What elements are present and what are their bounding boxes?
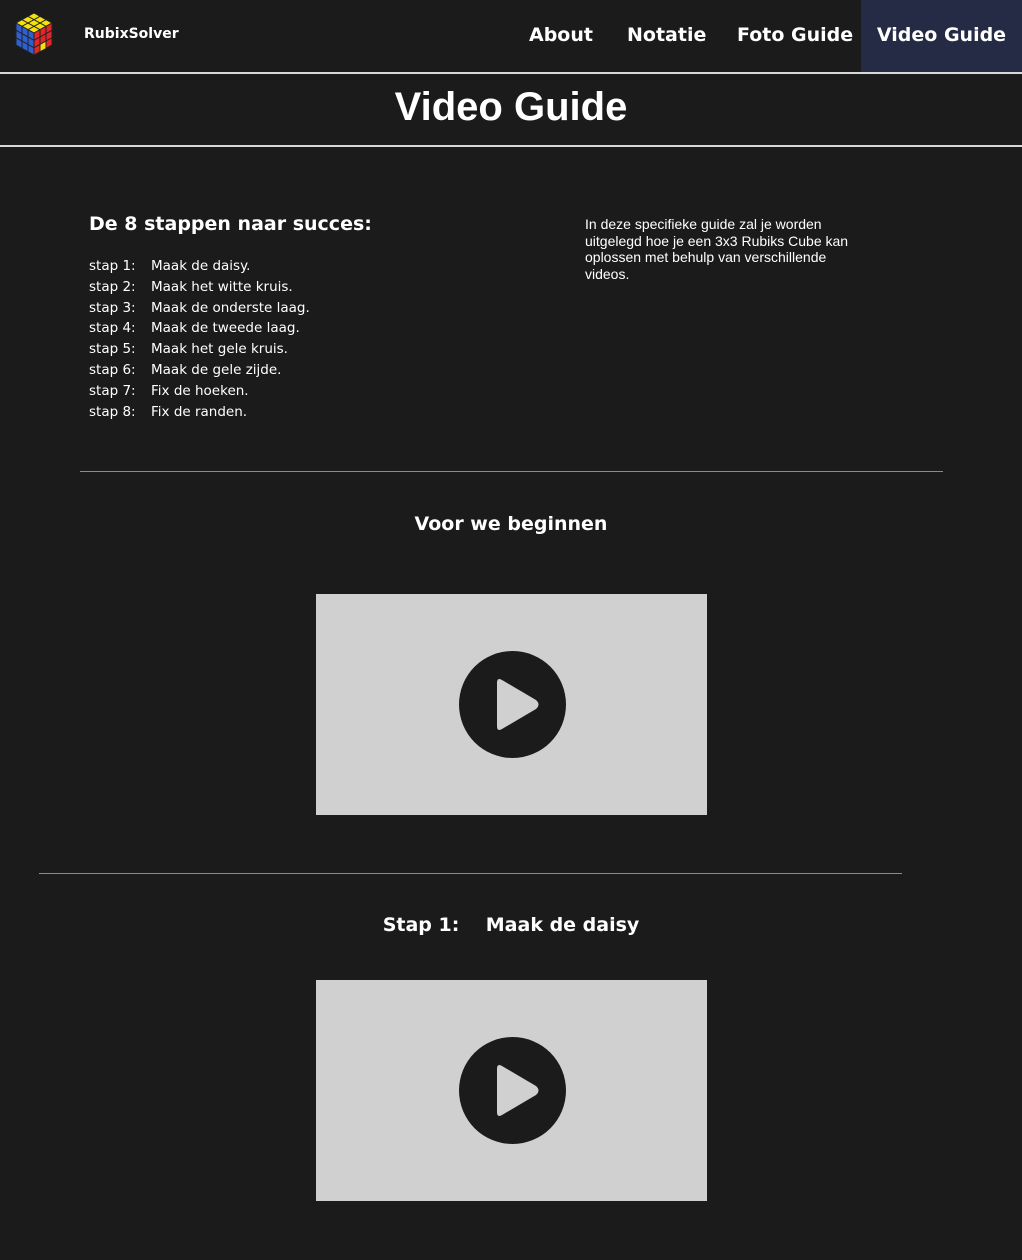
step-item: stap 7: Fix de hoeken. bbox=[89, 381, 310, 402]
step-text: Maak de tweede laag. bbox=[151, 320, 300, 337]
section-heading-stap-1: Stap 1: Maak de daisy bbox=[382, 914, 640, 936]
step-item: stap 4: Maak de tweede laag. bbox=[89, 318, 310, 339]
step-text: Maak de onderste laag. bbox=[151, 299, 310, 316]
divider bbox=[39, 873, 902, 874]
step-text: Maak het gele kruis. bbox=[151, 341, 288, 358]
step-number: stap 1: bbox=[89, 258, 136, 274]
navbar: RubixSolver About Notatie Foto Guide Vid… bbox=[0, 0, 1022, 74]
step-item: stap 3: Maak de onderste laag. bbox=[89, 298, 310, 319]
step-text: Fix de hoeken. bbox=[151, 382, 249, 399]
step-number: stap 3: bbox=[89, 299, 136, 316]
nav-video-guide-active[interactable]: Video Guide bbox=[861, 0, 1022, 72]
step-number: stap 2: bbox=[89, 278, 136, 295]
step-text: Maak de daisy. bbox=[151, 258, 251, 274]
play-icon[interactable] bbox=[459, 651, 566, 758]
step-number: stap 4: bbox=[89, 320, 136, 337]
steps-list: stap 1: Maak de daisy. stap 2: Maak het wi… bbox=[89, 256, 310, 422]
step-item: stap 1: Maak de daisy. bbox=[89, 256, 310, 277]
step-item: stap 5: Maak het gele kruis. bbox=[89, 339, 310, 360]
play-icon[interactable] bbox=[459, 1037, 566, 1144]
step-item: stap 8: Fix de randen. bbox=[89, 402, 310, 423]
step-number: stap 7: bbox=[89, 382, 136, 399]
step-item: stap 6: Maak de gele zijde. bbox=[89, 360, 310, 381]
nav-about[interactable]: About bbox=[529, 0, 593, 72]
step-number: stap 5: bbox=[89, 341, 136, 358]
rubiks-cube-logo-icon[interactable] bbox=[12, 11, 56, 59]
step-number: stap 6: bbox=[89, 361, 136, 378]
divider bbox=[80, 471, 943, 472]
nav-foto-guide[interactable]: Foto Guide bbox=[737, 0, 853, 72]
step-text: Fix de randen. bbox=[151, 403, 248, 420]
steps-heading: De 8 stappen naar succes: bbox=[89, 213, 372, 235]
nav-notatie[interactable]: Notatie bbox=[627, 0, 706, 72]
brand-name[interactable]: RubixSolver bbox=[84, 26, 179, 42]
step-text: Maak het witte kruis. bbox=[151, 278, 293, 295]
step-text: Maak de gele zijde. bbox=[151, 361, 282, 378]
video-player-intro[interactable] bbox=[316, 594, 707, 815]
section-heading-voor-we-beginnen: Voor we beginnen bbox=[414, 513, 608, 535]
video-player-stap-1[interactable] bbox=[316, 980, 707, 1201]
step-number: stap 8: bbox=[89, 403, 136, 420]
intro-text: In deze specifieke guide zal je worden u… bbox=[585, 216, 849, 282]
step-item: stap 2: Maak het witte kruis. bbox=[89, 277, 310, 298]
page-title: Video Guide bbox=[0, 74, 1022, 147]
